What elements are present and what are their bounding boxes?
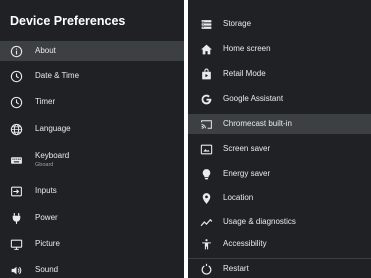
- lightbulb-icon: [199, 167, 213, 181]
- menu-item-language[interactable]: Language: [0, 119, 184, 139]
- menu-item-screen-saver[interactable]: Screen saver: [188, 139, 371, 159]
- menu-item-label: Home screen: [223, 44, 271, 53]
- accessibility-icon: [199, 237, 213, 251]
- menu-item-picture[interactable]: Picture: [0, 234, 184, 254]
- menu-item-label: Screen saver: [223, 144, 271, 153]
- menu-item-energy-saver[interactable]: Energy saver: [188, 164, 371, 184]
- menu-item-about[interactable]: About: [0, 41, 184, 61]
- menu-item-label: Language: [35, 124, 71, 133]
- menu-item-label: Storage: [223, 19, 252, 28]
- retail-bag-icon: [199, 67, 213, 81]
- menu-item-label: Accessibility: [223, 239, 267, 248]
- menu-item-inputs[interactable]: Inputs: [0, 181, 184, 201]
- home-icon: [199, 42, 213, 56]
- menu-item-chromecast-built-in[interactable]: Chromecast built-in: [188, 114, 371, 134]
- clock-icon: [9, 69, 23, 83]
- device-preferences-panel: Device Preferences About Date & Time Tim…: [0, 0, 184, 278]
- menu-item-label: Timer: [35, 97, 56, 106]
- menu-item-label: Power: [35, 213, 58, 222]
- device-preferences-panel-continued: Storage Home screen Retail Mode Google A…: [188, 0, 371, 278]
- menu-item-power[interactable]: Power: [0, 208, 184, 228]
- menu-item-label: Usage & diagnostics: [223, 217, 296, 226]
- menu-item-location[interactable]: Location: [188, 188, 371, 208]
- clock-icon: [9, 95, 23, 109]
- menu-item-usage-diagnostics[interactable]: Usage & diagnostics: [188, 212, 371, 232]
- panel-title: Device Preferences: [10, 14, 126, 28]
- menu-item-label: Inputs: [35, 186, 57, 195]
- menu-item-date-time[interactable]: Date & Time: [0, 66, 184, 86]
- google-g-icon: [199, 92, 213, 106]
- menu-item-label: Sound: [35, 265, 59, 274]
- menu-item-label: About: [35, 46, 56, 55]
- storage-icon: [199, 17, 213, 31]
- menu-item-storage[interactable]: Storage: [188, 14, 371, 34]
- menu-item-label: Retail Mode: [223, 69, 266, 78]
- info-icon: [9, 44, 23, 58]
- menu-item-label: Keyboard: [35, 151, 70, 160]
- menu-item-label: Date & Time: [35, 71, 80, 80]
- speaker-icon: [9, 263, 23, 277]
- menu-item-google-assistant[interactable]: Google Assistant: [188, 89, 371, 109]
- diagnostics-icon: [199, 215, 213, 229]
- screen-saver-icon: [199, 142, 213, 156]
- cast-icon: [199, 117, 213, 131]
- menu-item-restart[interactable]: Restart: [188, 258, 371, 278]
- menu-item-label: Picture: [35, 239, 60, 248]
- restart-icon: [199, 262, 213, 276]
- menu-item-accessibility[interactable]: Accessibility: [188, 234, 371, 254]
- menu-item-home-screen[interactable]: Home screen: [188, 39, 371, 59]
- monitor-icon: [9, 237, 23, 251]
- menu-item-label: Restart: [223, 264, 249, 273]
- location-pin-icon: [199, 191, 213, 205]
- globe-icon: [9, 122, 23, 136]
- menu-item-keyboard[interactable]: Keyboard Gboard: [0, 146, 184, 174]
- menu-item-label: Chromecast built-in: [223, 119, 292, 128]
- power-plug-icon: [9, 211, 23, 225]
- menu-item-label: Location: [223, 193, 254, 202]
- menu-item-label: Energy saver: [223, 169, 271, 178]
- menu-item-sound[interactable]: Sound: [0, 260, 184, 278]
- keyboard-icon: [9, 153, 23, 167]
- input-icon: [9, 184, 23, 198]
- menu-item-sublabel: Gboard: [35, 162, 54, 168]
- menu-item-timer[interactable]: Timer: [0, 92, 184, 112]
- menu-item-label: Google Assistant: [223, 94, 284, 103]
- menu-item-retail-mode[interactable]: Retail Mode: [188, 64, 371, 84]
